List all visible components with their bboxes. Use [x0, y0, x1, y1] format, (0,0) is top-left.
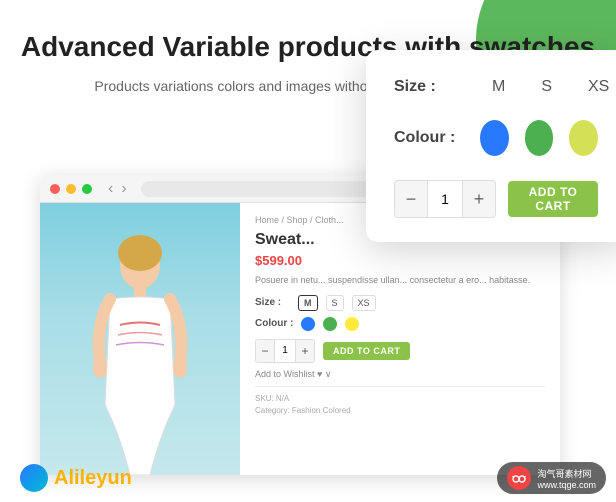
watermark-icon	[507, 466, 531, 490]
brand-logo: Alileyun	[20, 464, 132, 492]
brand-name-part2: un	[107, 467, 131, 489]
wishlist-row: Add to Wishlist ♥ ∨	[255, 369, 545, 380]
watermark-cn-text: 淘气哥素材网	[537, 467, 591, 480]
quantity-input[interactable]	[274, 340, 296, 362]
category-row: Category: Fashion Colored	[255, 405, 545, 418]
browser-content: Home / Shop / Cloth... Sweat... $599.00 …	[40, 203, 560, 475]
watermark: 淘气哥素材网 www.tqge.com	[497, 462, 606, 494]
watermark-text-block: 淘气哥素材网 www.tqge.com	[537, 467, 596, 490]
popup-colour-blue[interactable]	[480, 120, 509, 156]
brand-name-highlight: y	[96, 467, 107, 489]
colour-option-yellow[interactable]	[345, 317, 359, 331]
popup-qty-increase-button[interactable]: +	[463, 181, 495, 217]
wishlist-icon: ♥ ∨	[317, 369, 331, 379]
colour-selector-row: Colour :	[255, 317, 545, 331]
model-image	[40, 203, 240, 475]
popup-add-to-cart-button[interactable]: ADD TO CART	[508, 181, 598, 217]
colour-option-green[interactable]	[323, 317, 337, 331]
size-option-s[interactable]: S	[326, 295, 344, 311]
qty-cart-row: − + ADD TO CART	[255, 339, 545, 363]
bottom-branding: Alileyun	[20, 464, 132, 492]
popup-swatch-card: Size : M S XS Colour : − + ADD TO CART	[366, 50, 616, 242]
browser-nav: ‹ ›	[108, 180, 127, 198]
product-price: $599.00	[255, 253, 545, 268]
browser-maximize-dot[interactable]	[82, 184, 92, 194]
popup-size-m[interactable]: M	[484, 74, 513, 100]
size-option-m[interactable]: M	[298, 295, 318, 311]
popup-colour-yellow[interactable]	[569, 120, 598, 156]
popup-size-row: Size : M S XS	[394, 74, 598, 100]
browser-minimize-dot[interactable]	[66, 184, 76, 194]
popup-colour-green[interactable]	[525, 120, 554, 156]
forward-arrow-icon[interactable]: ›	[121, 180, 126, 198]
back-arrow-icon[interactable]: ‹	[108, 180, 113, 198]
popup-size-xs[interactable]: XS	[580, 74, 616, 100]
popup-quantity-input[interactable]	[427, 181, 463, 217]
popup-qty-decrease-button[interactable]: −	[395, 181, 427, 217]
size-option-xs[interactable]: XS	[352, 295, 376, 311]
wishlist-link[interactable]: Add to Wishlist	[255, 369, 315, 379]
size-label: Size :	[255, 297, 290, 308]
add-to-cart-button[interactable]: ADD TO CART	[323, 342, 410, 360]
popup-size-s[interactable]: S	[533, 74, 560, 100]
brand-name: Alileyun	[54, 467, 132, 490]
colour-label: Colour :	[255, 318, 293, 329]
quantity-control: − +	[255, 339, 315, 363]
watermark-url: www.tqge.com	[537, 480, 596, 490]
sku-row: SKU: N/A	[255, 393, 545, 406]
divider	[255, 386, 545, 387]
brand-dot-icon	[20, 464, 48, 492]
qty-decrease-button[interactable]: −	[256, 340, 274, 362]
product-description: Posuere in netu... suspendisse ullan... …	[255, 274, 545, 287]
browser-close-dot[interactable]	[50, 184, 60, 194]
product-details: Home / Shop / Cloth... Sweat... $599.00 …	[240, 203, 560, 475]
colour-option-blue[interactable]	[301, 317, 315, 331]
brand-name-part1: Alile	[54, 467, 96, 489]
popup-colour-label: Colour :	[394, 129, 464, 147]
glasses-icon	[512, 471, 526, 485]
model-svg	[80, 235, 200, 475]
popup-qty-cart-row: − + ADD TO CART	[394, 180, 598, 218]
size-selector-row: Size : M S XS	[255, 295, 545, 311]
popup-quantity-control: − +	[394, 180, 496, 218]
qty-increase-button[interactable]: +	[296, 340, 314, 362]
popup-colour-row: Colour :	[394, 120, 598, 156]
product-meta: SKU: N/A Category: Fashion Colored	[255, 393, 545, 419]
popup-size-label: Size :	[394, 78, 464, 96]
main-container: Advanced Variable products with swatches…	[0, 0, 616, 502]
product-image-area	[40, 203, 240, 475]
